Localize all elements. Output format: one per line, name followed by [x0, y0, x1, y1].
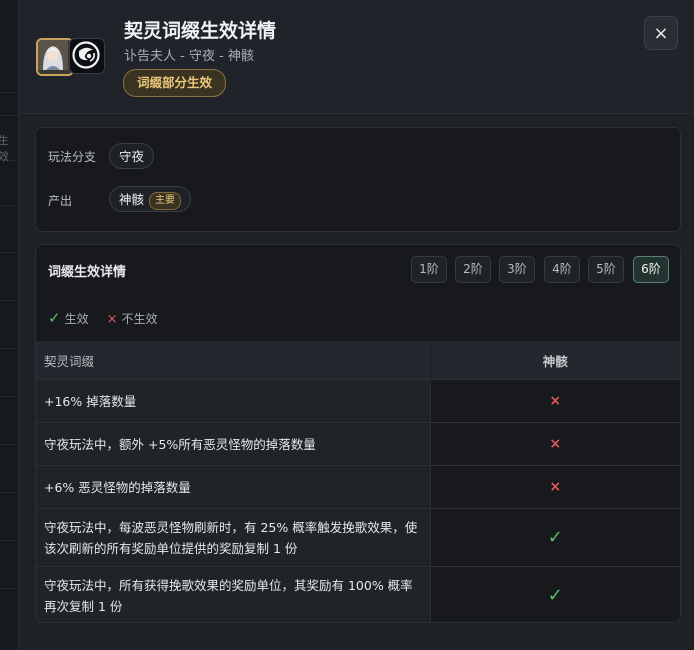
table-row: 守夜玩法中，所有获得挽歌效果的奖励单位，其奖励有 100% 概率再次复制 1 份… [36, 566, 680, 622]
column-header-shenhai: 神骸 [430, 341, 680, 380]
background-partial-text: 生效 [0, 134, 9, 163]
shenhai-emblem-icon [69, 38, 105, 74]
details-title: 词缀生效详情 [48, 265, 127, 280]
table-row: 守夜玩法中，额外 +5%所有恶灵怪物的掉落数量 × [36, 422, 680, 466]
tier-button-3[interactable]: 3阶 [499, 256, 535, 283]
legend-effective: 生效 [64, 312, 89, 326]
affix-name: 守夜玩法中，额外 +5%所有恶灵怪物的掉落数量 [36, 422, 431, 466]
affix-name: 守夜玩法中，每波恶灵怪物刷新时，有 25% 概率触发挽歌效果，使该次刷新的所有奖… [36, 508, 431, 567]
close-button[interactable]: × [644, 16, 678, 50]
modal-header: 契灵词缀生效详情 讣告夫人 - 守夜 - 神骸 词缀部分生效 × [19, 0, 694, 114]
tier-button-2[interactable]: 2阶 [455, 256, 491, 283]
close-icon: × [653, 23, 669, 44]
affix-detail-modal: 契灵词缀生效详情 讣告夫人 - 守夜 - 神骸 词缀部分生效 × 玩法分支 守夜… [18, 0, 694, 650]
modal-title: 契灵词缀生效详情 [124, 20, 277, 42]
affix-name: 守夜玩法中，所有获得挽歌效果的奖励单位，其奖励有 100% 概率再次复制 1 份 [36, 566, 431, 622]
table-row: 守夜玩法中，每波恶灵怪物刷新时，有 25% 概率触发挽歌效果，使该次刷新的所有奖… [36, 508, 680, 567]
affix-name: +6% 恶灵怪物的掉落数量 [36, 465, 431, 509]
output-chip: 神骸 主要 [109, 186, 192, 212]
check-icon: ✓ [547, 527, 563, 548]
affix-table: 契灵词缀 神骸 +16% 掉落数量 × 守夜玩法中，额外 +5%所有恶灵怪物的掉… [36, 341, 680, 622]
background-page-strip: 生效 [0, 0, 18, 650]
check-icon: ✓ [547, 585, 563, 607]
tier-button-5[interactable]: 5阶 [588, 256, 624, 283]
info-card: 玩法分支 守夜 产出 神骸 主要 [35, 127, 681, 232]
tier-button-1[interactable]: 1阶 [411, 256, 447, 283]
tier-button-6[interactable]: 6阶 [633, 256, 669, 283]
check-icon: ✓ [48, 309, 61, 327]
output-label: 产出 [48, 194, 73, 208]
cross-icon: × [549, 436, 562, 452]
legend: ✓ 生效 × 不生效 [48, 309, 158, 327]
output-value: 神骸 [119, 192, 145, 207]
main-tag-badge: 主要 [149, 192, 182, 210]
branch-chip: 守夜 [109, 143, 155, 169]
affix-details-card: 词缀生效详情 1阶 2阶 3阶 4阶 5阶 6阶 ✓ 生效 × 不生效 契灵词缀 神骸… [35, 244, 681, 623]
table-row: +6% 恶灵怪物的掉落数量 × [36, 465, 680, 509]
table-row: +16% 掉落数量 × [36, 379, 680, 423]
cross-icon: × [106, 312, 118, 327]
column-header-affix: 契灵词缀 [36, 341, 431, 380]
cross-icon: × [549, 393, 562, 409]
cross-icon: × [549, 479, 562, 495]
branch-label: 玩法分支 [48, 150, 97, 164]
affix-name: +16% 掉落数量 [36, 379, 431, 423]
legend-not-effective: 不生效 [121, 312, 158, 326]
tier-button-4[interactable]: 4阶 [544, 256, 580, 283]
partial-effect-badge: 词缀部分生效 [123, 69, 227, 97]
modal-subtitle: 讣告夫人 - 守夜 - 神骸 [124, 49, 254, 64]
